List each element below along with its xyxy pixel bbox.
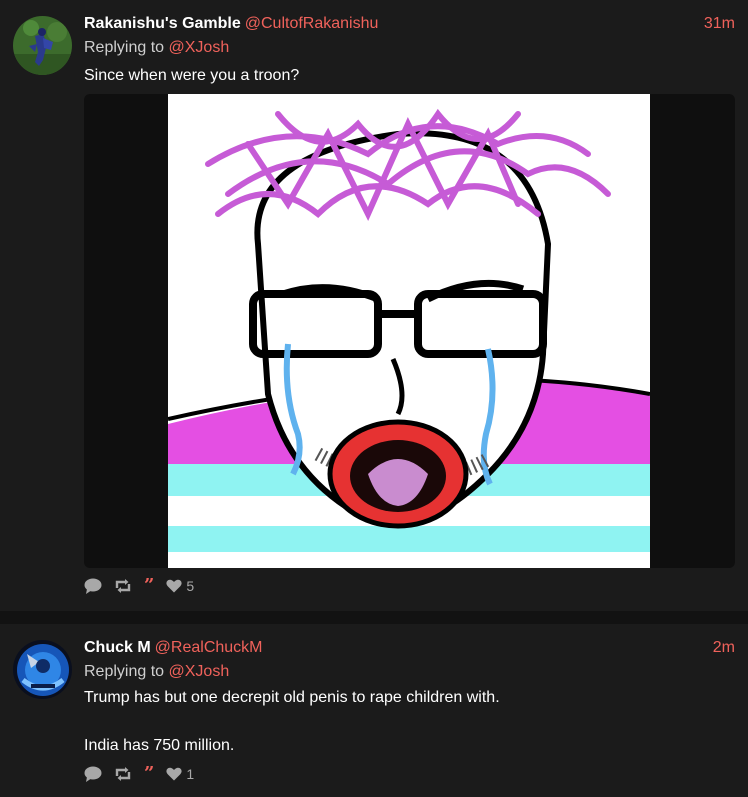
user-handle[interactable]: @CultofRakanishu <box>245 15 379 32</box>
quote-icon: ” <box>144 763 155 784</box>
post-header: Chuck M @RealChuckM <box>84 638 263 658</box>
reply-button[interactable] <box>84 764 102 784</box>
avatar-image <box>13 640 72 699</box>
like-button[interactable]: 5 <box>166 576 194 596</box>
quote-button[interactable]: ” <box>144 576 154 596</box>
timestamp[interactable]: 2m <box>713 638 735 658</box>
reply-button[interactable] <box>84 576 102 596</box>
heart-icon <box>166 579 182 593</box>
reply-target-handle[interactable]: @XJosh <box>169 39 230 56</box>
quote-button[interactable]: ” <box>144 764 154 784</box>
timestamp[interactable]: 31m <box>704 14 735 34</box>
meme-image <box>168 94 650 568</box>
repost-icon <box>115 579 131 593</box>
post[interactable]: Rakanishu's Gamble @CultofRakanishu 31m R… <box>0 0 748 611</box>
avatar[interactable] <box>13 640 72 699</box>
like-button[interactable]: 1 <box>166 764 194 784</box>
replying-label: Replying to <box>84 39 169 56</box>
repost-icon <box>115 767 131 781</box>
avatar[interactable] <box>13 16 72 75</box>
avatar-image <box>13 16 72 75</box>
replying-to: Replying to @XJosh <box>84 662 229 682</box>
post[interactable]: Chuck M @RealChuckM 2m Replying to @XJosh… <box>0 624 748 797</box>
post-text: Trump has but one decrepit old penis to … <box>84 689 500 754</box>
display-name[interactable]: Rakanishu's Gamble <box>84 15 241 32</box>
speech-bubble-icon <box>84 766 102 782</box>
display-name[interactable]: Chuck M <box>84 639 151 656</box>
post-text: Since when were you a troon? <box>84 67 300 84</box>
post-actions: ” 5 <box>84 576 194 596</box>
user-handle[interactable]: @RealChuckM <box>155 639 263 656</box>
like-count: 1 <box>186 766 195 782</box>
post-header: Rakanishu's Gamble @CultofRakanishu <box>84 14 378 34</box>
repost-button[interactable] <box>114 764 132 784</box>
replying-label: Replying to <box>84 663 169 680</box>
post-actions: ” 1 <box>84 764 194 784</box>
heart-icon <box>166 767 182 781</box>
post-image[interactable] <box>84 94 735 568</box>
like-count: 5 <box>186 578 195 594</box>
reply-target-handle[interactable]: @XJosh <box>169 663 230 680</box>
repost-button[interactable] <box>114 576 132 596</box>
speech-bubble-icon <box>84 578 102 594</box>
quote-icon: ” <box>144 575 155 596</box>
replying-to: Replying to @XJosh <box>84 38 229 58</box>
